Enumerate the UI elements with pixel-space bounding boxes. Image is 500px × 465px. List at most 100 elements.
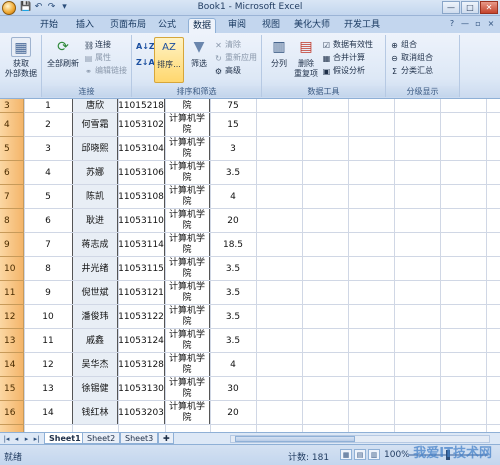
tab-insert[interactable]: 插入 (72, 18, 98, 33)
cell-no[interactable]: 13 (24, 377, 72, 401)
row-header[interactable]: 12 (0, 305, 24, 329)
cell-name[interactable]: 戚鑫 (72, 329, 118, 353)
row-header[interactable]: 3 (0, 99, 24, 113)
cell-student-id[interactable]: 11053104 (118, 137, 165, 161)
cell-name[interactable]: 陈凯 (72, 185, 118, 209)
cell-student-id[interactable]: 11053106 (118, 161, 165, 185)
first-sheet-icon[interactable]: |◂ (2, 434, 11, 444)
cell-no[interactable]: 11 (24, 329, 72, 353)
cell-department[interactable]: 计算机学院 (165, 209, 210, 233)
cell-score[interactable]: 3.5 (210, 257, 256, 281)
cell-department[interactable]: 计算机学院 (165, 305, 210, 329)
cell-score[interactable]: 3 (210, 137, 256, 161)
maximize-button[interactable]: □ (461, 1, 479, 14)
cell-name[interactable]: 井光绪 (72, 257, 118, 281)
tab-beautify[interactable]: 美化大师 (290, 18, 334, 33)
row-header[interactable]: 13 (0, 329, 24, 353)
clear-button[interactable]: ✕ 清除 (214, 39, 241, 50)
cell-department[interactable]: 计算机学院 (165, 329, 210, 353)
data-validation-button[interactable]: ☑ 数据有效性 (322, 39, 373, 50)
page-break-view-icon[interactable]: ▥ (368, 449, 380, 460)
cell-student-id[interactable]: 11053122 (118, 305, 165, 329)
cell-name[interactable]: 邱晓熙 (72, 137, 118, 161)
remove-duplicates-button[interactable]: ▤ 删除 重复项 (292, 37, 320, 79)
close-button[interactable]: ✕ (480, 1, 498, 14)
row-header[interactable]: 5 (0, 137, 24, 161)
cell-name[interactable]: 徐锡健 (72, 377, 118, 401)
edit-links-button[interactable]: ⚭ 编辑链接 (84, 65, 127, 76)
cell-name[interactable]: 吴华杰 (72, 353, 118, 377)
zoom-level[interactable]: 100% (384, 450, 410, 460)
properties-button[interactable]: ▤ 属性 (84, 52, 111, 63)
cell-score[interactable]: 3.5 (210, 281, 256, 305)
tab-formulas[interactable]: 公式 (154, 18, 180, 33)
cell-no[interactable]: 2 (24, 113, 72, 137)
normal-view-icon[interactable]: ▦ (340, 449, 352, 460)
row-header[interactable]: 16 (0, 401, 24, 425)
tab-page-layout[interactable]: 页面布局 (106, 18, 150, 33)
cell-student-id[interactable]: 11053114 (118, 233, 165, 257)
scroll-thumb[interactable] (235, 436, 355, 442)
cell-name[interactable]: 唐欣 (72, 99, 118, 113)
cell-score[interactable]: 3.5 (210, 329, 256, 353)
cell-score[interactable]: 4 (210, 185, 256, 209)
cell-no[interactable]: 7 (24, 233, 72, 257)
row-header[interactable]: 11 (0, 281, 24, 305)
cell-student-id[interactable]: 11015218 (118, 99, 165, 113)
cell-no[interactable]: 3 (24, 137, 72, 161)
ribbon-close-icon[interactable]: × (486, 19, 496, 29)
cell-department[interactable]: 计算机学院 (165, 113, 210, 137)
ribbon-minimize-icon[interactable]: — (460, 19, 470, 29)
cell-score[interactable]: 3.5 (210, 305, 256, 329)
get-external-data-button[interactable]: ▦ 获取 外部数据 (2, 37, 40, 79)
cell-department[interactable]: 计算机学院 (165, 137, 210, 161)
insert-sheet-icon[interactable]: ✚ (158, 433, 174, 444)
consolidate-button[interactable]: ▦ 合并计算 (322, 52, 365, 63)
row-header[interactable]: 7 (0, 185, 24, 209)
cell-department[interactable]: 计算机学院 (165, 161, 210, 185)
group-button[interactable]: ⊕ 组合 (390, 39, 417, 50)
advanced-button[interactable]: ⚙ 高级 (214, 65, 241, 76)
cell-student-id[interactable]: 11053203 (118, 401, 165, 425)
row-header[interactable]: 4 (0, 113, 24, 137)
sort-za-button[interactable]: Z↓A (136, 57, 155, 68)
cell-department[interactable]: 计算机学院 (165, 401, 210, 425)
worksheet-grid[interactable]: 3 1 唐欣 11015218 院 75 4 2 何雪霜 11053102 计算机学院 15 5 3 邱晓熙… (0, 99, 500, 432)
cell-score[interactable]: 18.5 (210, 233, 256, 257)
cell-student-id[interactable]: 11053115 (118, 257, 165, 281)
cell-name[interactable]: 苏娜 (72, 161, 118, 185)
cell-no[interactable]: 5 (24, 185, 72, 209)
next-sheet-icon[interactable]: ▸ (22, 434, 31, 444)
cell-student-id[interactable]: 11053110 (118, 209, 165, 233)
row-header[interactable]: 14 (0, 353, 24, 377)
cell-no[interactable]: 1 (24, 99, 72, 113)
cell-department[interactable]: 计算机学院 (165, 257, 210, 281)
subtotal-button[interactable]: Σ 分类汇总 (390, 65, 433, 76)
cell-student-id[interactable]: 11053102 (118, 113, 165, 137)
cell-name[interactable]: 蒋志成 (72, 233, 118, 257)
tab-data[interactable]: 数据 (188, 18, 217, 33)
cell-score[interactable]: 3.5 (210, 161, 256, 185)
cell-no[interactable]: 6 (24, 209, 72, 233)
filter-button[interactable]: ▼ 筛选 (186, 37, 212, 69)
ribbon-restore-icon[interactable]: ▫ (473, 19, 483, 29)
page-layout-view-icon[interactable]: ▤ (354, 449, 366, 460)
row-header[interactable]: 6 (0, 161, 24, 185)
cell-no[interactable]: 12 (24, 353, 72, 377)
last-sheet-icon[interactable]: ▸| (32, 434, 41, 444)
sheet-tab-2[interactable]: Sheet2 (82, 433, 121, 444)
row-header[interactable]: 15 (0, 377, 24, 401)
cell-no[interactable]: 9 (24, 281, 72, 305)
cell-student-id[interactable]: 11053124 (118, 329, 165, 353)
cell-score[interactable]: 15 (210, 113, 256, 137)
cell-score[interactable]: 20 (210, 401, 256, 425)
sheet-tab-3[interactable]: Sheet3 (120, 433, 159, 444)
sheet-tab-1[interactable]: Sheet1 (44, 433, 86, 444)
row-header[interactable] (0, 425, 24, 432)
cell-name[interactable]: 耿进 (72, 209, 118, 233)
tab-home[interactable]: 开始 (36, 18, 62, 33)
cell-department[interactable]: 计算机学院 (165, 233, 210, 257)
cell-student-id[interactable]: 11053130 (118, 377, 165, 401)
tab-review[interactable]: 审阅 (224, 18, 250, 33)
cell-no[interactable]: 4 (24, 161, 72, 185)
